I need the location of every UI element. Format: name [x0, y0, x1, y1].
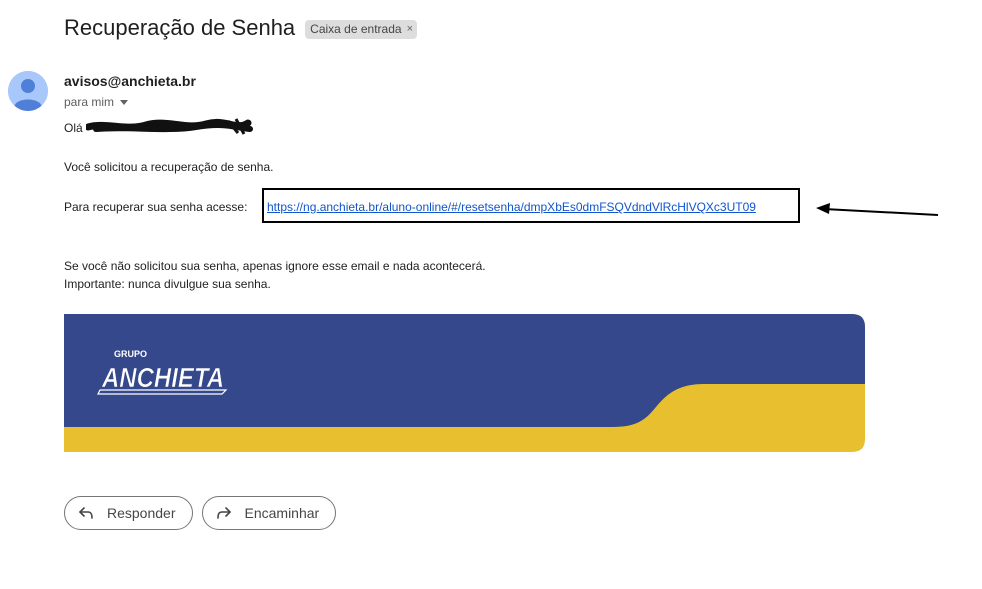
- arrow-left-icon: [816, 203, 939, 216]
- greeting-text: Olá: [64, 121, 83, 135]
- anchieta-banner: GRUPO ANCHIETA: [64, 314, 866, 457]
- reply-icon: [79, 507, 93, 519]
- reply-label: Responder: [107, 505, 176, 521]
- subject-row: Recuperação de Senha Caixa de entrada ×: [64, 14, 418, 42]
- requested-text: Você solicitou a recuperação de senha.: [64, 160, 274, 174]
- chevron-down-icon[interactable]: [120, 99, 129, 105]
- remove-label-icon[interactable]: ×: [407, 22, 413, 37]
- inbox-label-text: Caixa de entrada: [310, 21, 402, 36]
- forward-button[interactable]: Encaminhar: [201, 496, 337, 530]
- logo-brand-text: ANCHIETA: [101, 362, 224, 393]
- redaction-scribble: [86, 118, 253, 135]
- email-subject: Recuperação de Senha: [64, 15, 296, 40]
- message-actions: Responder Encaminhar: [64, 496, 345, 530]
- recover-prefix-text: Para recuperar sua senha acesse:: [64, 200, 248, 214]
- sender-address[interactable]: avisos@anchieta.br: [64, 73, 196, 89]
- email-view: Recuperação de Senha Caixa de entrada × …: [0, 0, 982, 589]
- reset-password-link[interactable]: https://ng.anchieta.br/aluno-online/#/re…: [267, 198, 756, 216]
- forward-label: Encaminhar: [244, 505, 320, 521]
- logo-group-text: GRUPO: [114, 349, 147, 359]
- recipient-text: para mim: [64, 95, 115, 109]
- forward-icon: [216, 507, 231, 519]
- person-avatar-icon: [8, 71, 48, 111]
- banner-graphic: GRUPO ANCHIETA: [64, 314, 865, 452]
- important-text: Importante: nunca divulgue sua senha.: [64, 277, 271, 291]
- sender-avatar[interactable]: [8, 71, 48, 111]
- recipient-line: para mim: [64, 95, 129, 109]
- reply-button[interactable]: Responder: [64, 496, 193, 530]
- ignore-text: Se você não solicitou sua senha, apenas …: [64, 259, 486, 273]
- inbox-label-chip[interactable]: Caixa de entrada ×: [305, 19, 418, 39]
